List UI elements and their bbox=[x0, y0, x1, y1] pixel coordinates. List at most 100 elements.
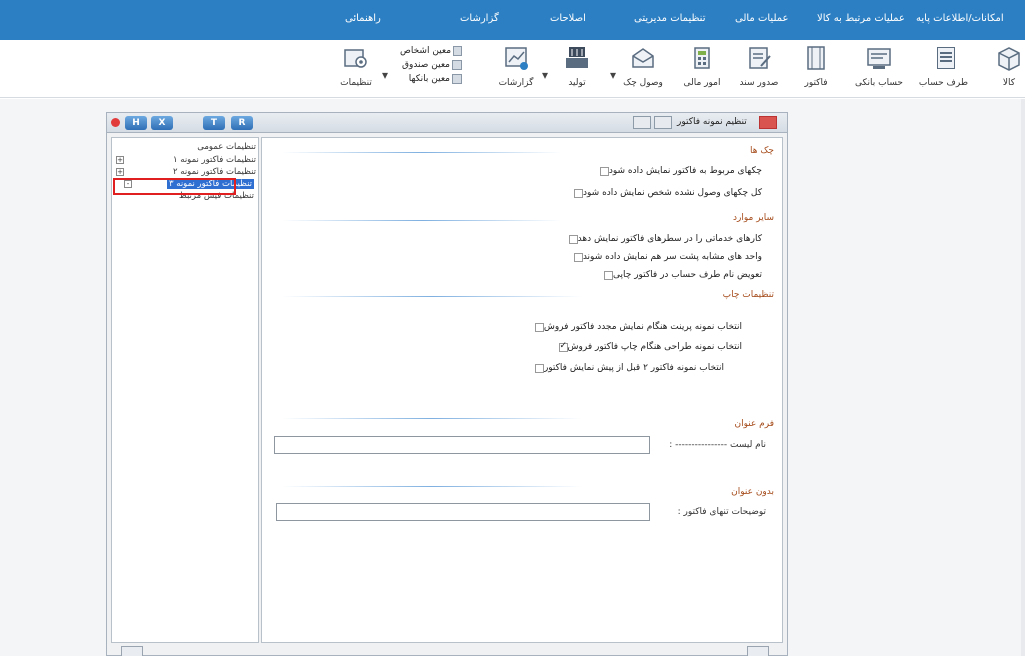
footer-button-left[interactable] bbox=[121, 646, 143, 656]
settings-label: تنظیمات bbox=[340, 78, 372, 88]
checkbox[interactable] bbox=[573, 252, 583, 262]
menu-item-reports[interactable]: گزارشات bbox=[460, 13, 499, 24]
box-icon bbox=[995, 44, 1023, 72]
ledger-cashbox-item[interactable]: معین صندوق bbox=[400, 58, 462, 72]
section-title-without-title: بدون عنوان bbox=[731, 487, 774, 497]
section-divider bbox=[282, 296, 582, 297]
option-show-services[interactable]: کارهای خدماتی را در سطرهای فاکتور نمایش … bbox=[565, 234, 762, 244]
item-button[interactable]: کالا bbox=[994, 44, 1024, 88]
ledger-persons-label: معین اشخاص bbox=[400, 46, 452, 56]
tree-item-template-1[interactable]: + تنظیمات فاکتور نمونه ۱ bbox=[116, 155, 256, 167]
tree-expander[interactable]: + bbox=[116, 156, 124, 164]
option-label: چکهای مربوط به فاکتور نمایش داده شود bbox=[608, 166, 762, 176]
section-divider bbox=[282, 418, 582, 419]
workspace-scrollbar[interactable] bbox=[1021, 99, 1025, 656]
section-divider bbox=[282, 220, 562, 221]
section-title-print: تنظیمات چاپ bbox=[722, 290, 774, 300]
option-label: انتخاب نمونه پرینت هنگام نمایش مجدد فاکت… bbox=[543, 322, 742, 332]
option-label: کل چکهای وصول نشده شخص نمایش داده شود bbox=[583, 188, 762, 198]
chart-report-icon bbox=[502, 44, 530, 72]
issue-document-button[interactable]: صدور سند bbox=[736, 44, 782, 88]
option-label: انتخاب نمونه طراحی هنگام چاپ فاکتور فروش bbox=[567, 342, 742, 352]
tree-item-label: تنظیمات فاکتور نمونه ۲ bbox=[172, 167, 256, 177]
receive-check-dropdown-icon[interactable]: ▾ bbox=[610, 68, 616, 82]
menu-item-management-settings[interactable]: تنظیمات مدیریتی bbox=[634, 13, 705, 24]
dialog-title: تنظیم نمونه فاکتور bbox=[677, 117, 747, 127]
party-account-button[interactable]: طرف حساب bbox=[918, 44, 968, 88]
ledger-shortcuts: معین اشخاص معین صندوق معین بانکها bbox=[400, 44, 462, 86]
option-select-design-template[interactable]: انتخاب نمونه طراحی هنگام چاپ فاکتور فروش bbox=[555, 341, 742, 352]
tab-button-t[interactable]: T bbox=[203, 116, 225, 130]
menu-item-item-operations[interactable]: عملیات مرتبط به کالا bbox=[817, 13, 905, 24]
tab-button-x[interactable]: X bbox=[151, 116, 173, 130]
tab-button-r[interactable]: R bbox=[231, 116, 253, 130]
section-divider bbox=[282, 486, 582, 487]
production-label: تولید bbox=[568, 78, 586, 88]
bank-account-button[interactable]: حساب بانکی bbox=[850, 44, 908, 88]
option-show-invoice-checks[interactable]: چکهای مربوط به فاکتور نمایش داده شود bbox=[596, 166, 762, 176]
party-account-label: طرف حساب bbox=[918, 78, 968, 88]
option-consecutive-units[interactable]: واحد های مشابه پشت سر هم نمایش داده شوند bbox=[570, 252, 762, 262]
bank-account-icon bbox=[865, 44, 893, 72]
invoice-icon bbox=[802, 44, 830, 72]
ledger-banks-item[interactable]: معین بانکها bbox=[400, 72, 462, 86]
reports-button[interactable]: گزارشات bbox=[496, 44, 536, 88]
reports-label: گزارشات bbox=[498, 78, 534, 88]
check-receive-icon bbox=[629, 44, 657, 72]
highlight-selected-tree-item bbox=[113, 178, 236, 195]
tree-item-label: تنظیمات فاکتور نمونه ۱ bbox=[172, 155, 256, 165]
option-label: واحد های مشابه پشت سر هم نمایش داده شوند bbox=[582, 252, 762, 262]
checkbox[interactable] bbox=[599, 166, 609, 176]
menu-item-corrections[interactable]: اصلاحات bbox=[550, 13, 586, 24]
invoice-button[interactable]: فاکتور bbox=[798, 44, 834, 88]
checkbox[interactable] bbox=[604, 270, 614, 280]
finance-button[interactable]: امور مالی bbox=[680, 44, 724, 88]
tree-item-label: تنظیمات عمومی bbox=[197, 142, 256, 152]
production-dropdown-icon[interactable]: ▾ bbox=[542, 68, 548, 82]
settings-dropdown-icon[interactable]: ▾ bbox=[382, 68, 388, 82]
production-icon bbox=[563, 44, 591, 72]
menu-item-help[interactable]: راهنمائی bbox=[345, 13, 381, 24]
tree-expander[interactable]: + bbox=[116, 168, 124, 176]
settings-icon bbox=[342, 44, 370, 72]
close-button[interactable] bbox=[759, 116, 777, 129]
option-label: انتخاب نمونه فاکتور ۲ قبل از پیش نمایش ف… bbox=[543, 363, 724, 373]
footer-button-right[interactable] bbox=[747, 646, 769, 656]
settings-panel: چک ها چکهای مربوط به فاکتور نمایش داده ش… bbox=[261, 137, 783, 643]
finance-label: امور مالی bbox=[683, 78, 721, 88]
close-dot-icon[interactable] bbox=[111, 118, 120, 127]
receive-check-button[interactable]: وصول چک bbox=[620, 44, 666, 88]
ribbon-toolbar: کالا طرف حساب حساب بانکی فاکتور صدور سند… bbox=[0, 40, 1025, 98]
menu-item-basic-info[interactable]: امکانات/اطلاعات پایه bbox=[916, 13, 1004, 24]
ledger-persons-item[interactable]: معین اشخاص bbox=[400, 44, 462, 58]
option-replace-party-name[interactable]: تعویض نام طرف حساب در فاکتور چاپی bbox=[600, 270, 762, 280]
section-divider bbox=[282, 152, 562, 153]
checkbox[interactable] bbox=[558, 341, 568, 352]
option-label: کارهای خدماتی را در سطرهای فاکتور نمایش … bbox=[577, 234, 762, 244]
checkbox[interactable] bbox=[574, 188, 584, 198]
option-select-print-template[interactable]: انتخاب نمونه پرینت هنگام نمایش مجدد فاکت… bbox=[531, 322, 742, 332]
production-button[interactable]: تولید bbox=[562, 44, 592, 88]
tab-button-h[interactable]: H bbox=[125, 116, 147, 130]
option-select-template-2[interactable]: انتخاب نمونه فاکتور ۲ قبل از پیش نمایش ف… bbox=[531, 363, 724, 373]
contact-card-icon bbox=[932, 44, 960, 72]
ledger-banks-label: معین بانکها bbox=[408, 74, 450, 84]
item-button-label: کالا bbox=[1002, 78, 1016, 88]
checkbox[interactable] bbox=[534, 322, 544, 332]
option-label: تعویض نام طرف حساب در فاکتور چاپی bbox=[613, 270, 762, 280]
maximize-button[interactable] bbox=[654, 116, 672, 129]
invoice-footer-label: توضیحات تنهای فاکتور : bbox=[677, 507, 766, 517]
list-name-input[interactable] bbox=[274, 436, 650, 454]
option-show-all-unreceived-checks[interactable]: کل چکهای وصول نشده شخص نمایش داده شود bbox=[570, 188, 762, 198]
section-title-with-title: فرم عنوان bbox=[734, 419, 774, 429]
settings-button[interactable]: تنظیمات bbox=[336, 44, 376, 88]
invoice-footer-input[interactable] bbox=[276, 503, 650, 521]
receive-check-label: وصول چک bbox=[623, 78, 663, 88]
tree-item-general[interactable]: تنظیمات عمومی bbox=[116, 142, 256, 154]
section-title-other: سایر موارد bbox=[733, 213, 774, 223]
section-title-checks: چک ها bbox=[750, 146, 774, 156]
checkbox[interactable] bbox=[534, 363, 544, 373]
menu-item-financial-operations[interactable]: عملیات مالی bbox=[735, 13, 789, 24]
minimize-button[interactable] bbox=[633, 116, 651, 129]
checkbox[interactable] bbox=[568, 234, 578, 244]
